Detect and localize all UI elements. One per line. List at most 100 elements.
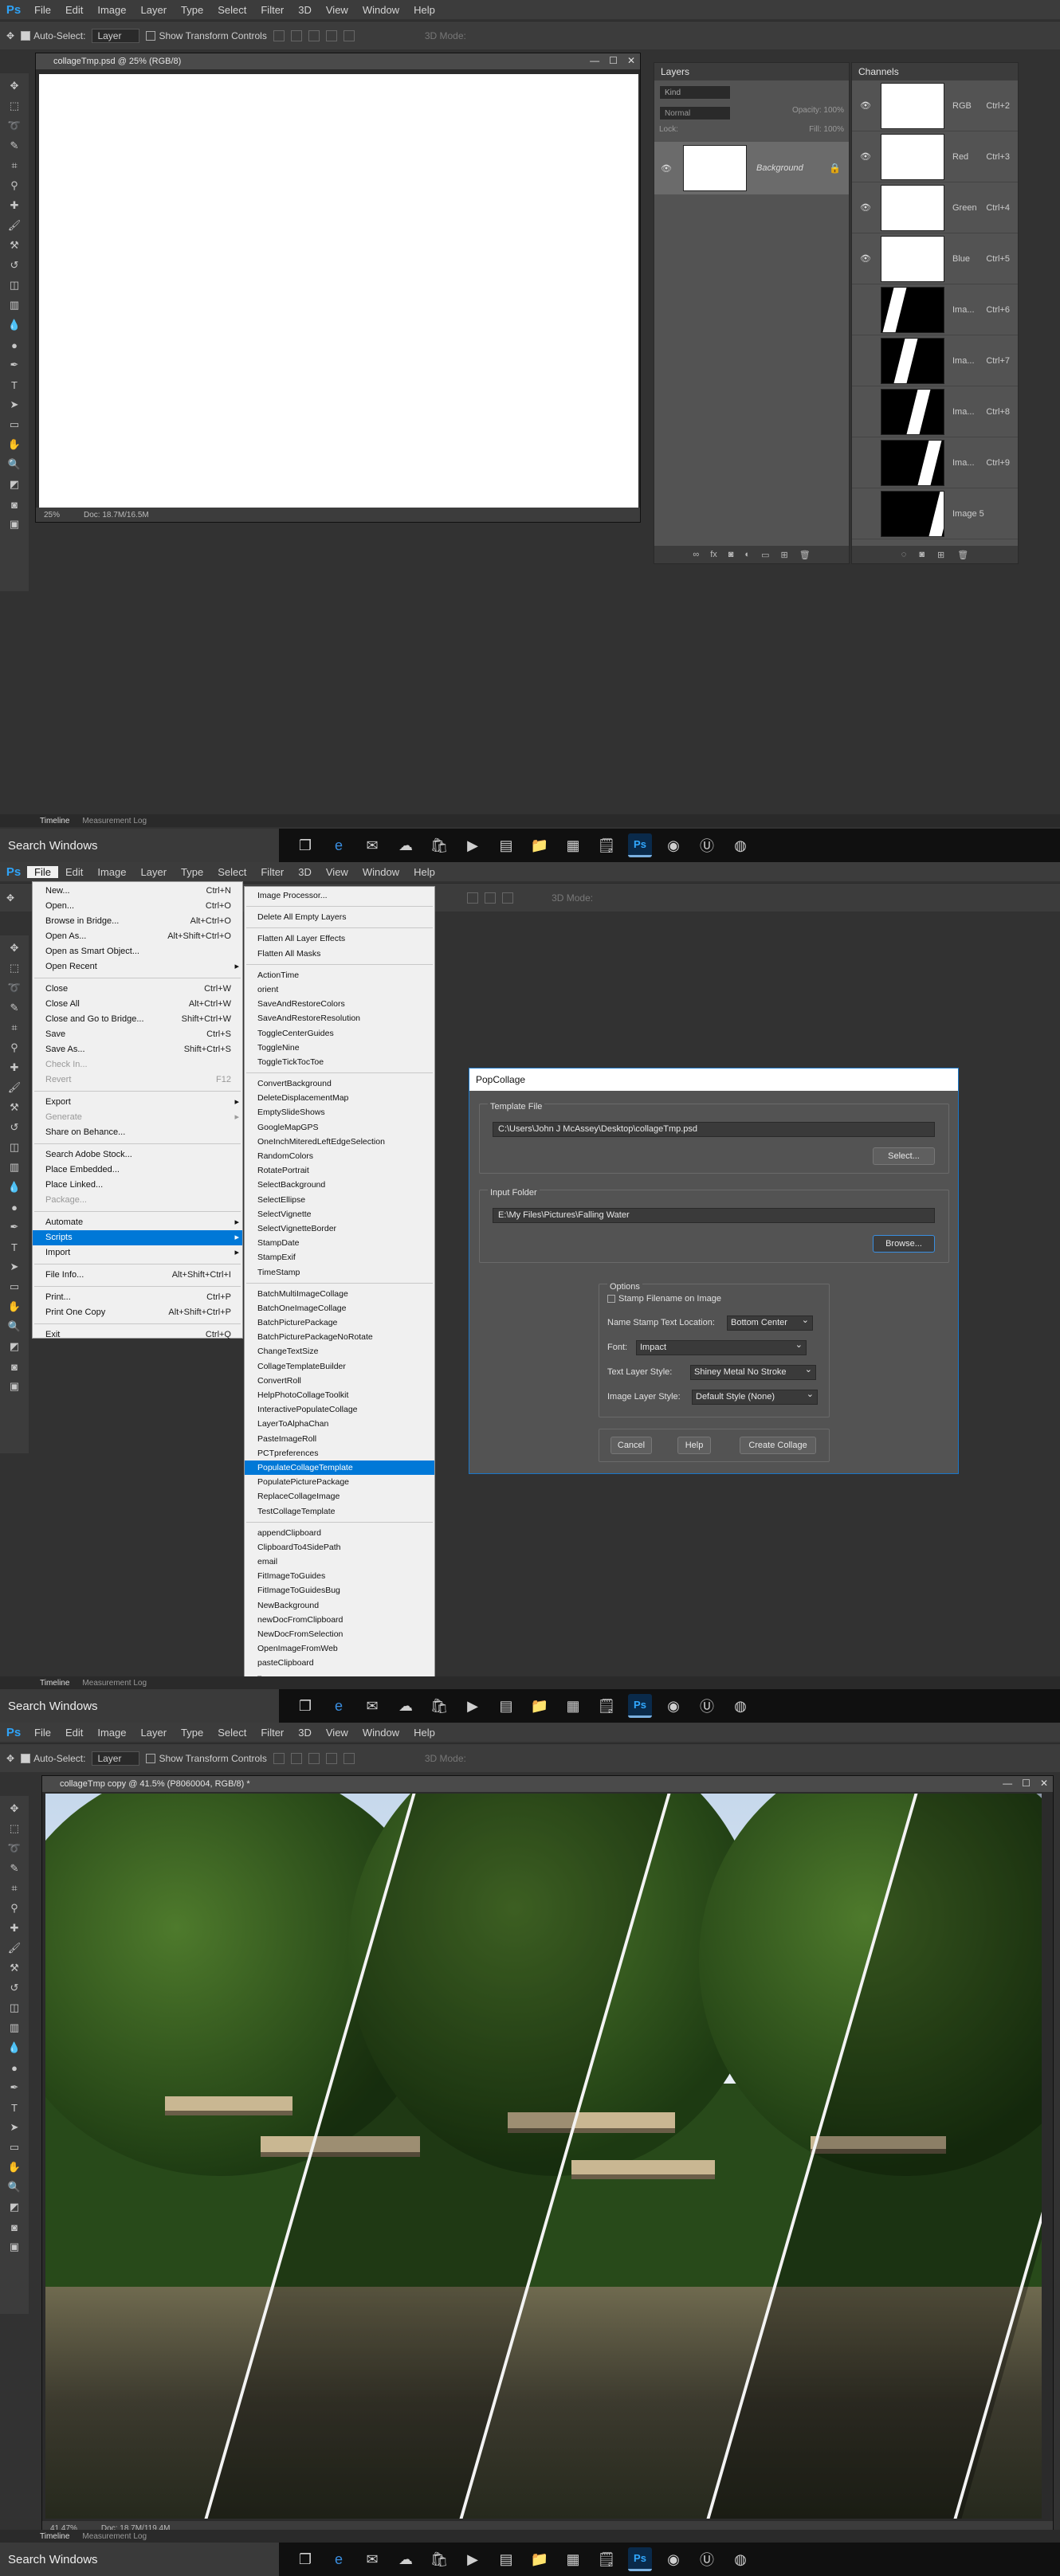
clone-stamp-icon[interactable]: ⚒ (6, 237, 23, 253)
menu-item-close-go-bridge[interactable]: Close and Go to Bridge... Shift+Ctrl+W (33, 1012, 242, 1027)
distribute-icon[interactable] (343, 29, 355, 41)
pen-tool-icon[interactable]: ✒ (6, 2080, 23, 2096)
type-tool-icon[interactable]: T (6, 2100, 23, 2115)
media-icon[interactable]: ▶ (461, 833, 485, 857)
task-view-icon[interactable]: ❐ (293, 1694, 317, 1718)
app-u-icon[interactable]: Ⓤ (695, 1694, 719, 1718)
eraser-icon[interactable]: ◫ (6, 2000, 23, 2016)
terminal-icon[interactable]: ▤ (494, 1694, 518, 1718)
menu-window[interactable]: Window (355, 866, 406, 878)
script-item[interactable]: DeleteDisplacementMap (245, 1091, 434, 1105)
menu-edit[interactable]: Edit (58, 4, 90, 16)
blur-tool-icon[interactable]: 💧 (6, 2040, 23, 2056)
channel-row[interactable]: Ima... Ctrl+8 (852, 386, 1018, 437)
menu-item-close-all[interactable]: Close All Alt+Ctrl+W (33, 997, 242, 1012)
app-icon[interactable]: ☁ (394, 2547, 418, 2571)
opacity-field[interactable]: 100% (823, 106, 844, 115)
crop-tool-icon[interactable]: ⌗ (6, 1020, 23, 1036)
notes-icon[interactable]: 🗒 (595, 833, 618, 857)
align-icon[interactable] (290, 1752, 302, 1764)
script-item[interactable]: SelectBackground (245, 1178, 434, 1192)
menu-item-place-linked[interactable]: Place Linked... (33, 1178, 242, 1193)
menu-item-export[interactable]: Export ▸ (33, 1095, 242, 1110)
search-box[interactable]: Search Windows (0, 829, 279, 862)
eye-icon[interactable]: 👁 (860, 202, 873, 213)
load-selection-icon[interactable]: ◌ (901, 550, 907, 559)
help-button[interactable]: Help (677, 1437, 711, 1454)
photoshop-icon[interactable]: Ps (628, 833, 652, 857)
distribute-icon[interactable] (502, 892, 514, 904)
marquee-tool-icon[interactable]: ⬚ (6, 98, 23, 114)
link-icon[interactable]: ∞ (693, 550, 699, 559)
search-box[interactable]: Search Windows (0, 1689, 279, 1723)
edge-icon[interactable]: e (327, 833, 351, 857)
shape-tool-icon[interactable]: ▭ (6, 417, 23, 433)
menu-filter[interactable]: Filter (253, 866, 291, 878)
eraser-icon[interactable]: ◫ (6, 277, 23, 293)
menu-layer[interactable]: Layer (134, 1727, 175, 1739)
text-style-dropdown[interactable]: Shiney Metal No Stroke (690, 1363, 816, 1380)
menu-item-print-one-copy[interactable]: Print One Copy Alt+Shift+Ctrl+P (33, 1305, 242, 1320)
color-swatches-icon[interactable]: ◩ (6, 476, 23, 492)
script-item[interactable]: SaveAndRestoreResolution (245, 1011, 434, 1025)
input-folder-field[interactable]: E:\My Files\Pictures\Falling Water (493, 1208, 935, 1223)
script-item[interactable]: SelectEllipse (245, 1193, 434, 1207)
measurement-log-tab[interactable]: Measurement Log (82, 817, 147, 825)
quick-select-icon[interactable]: ✎ (6, 1000, 23, 1016)
stamp-filename-checkbox[interactable]: Stamp Filename on Image (607, 1294, 721, 1304)
auto-select-checkbox[interactable]: Auto-Select: (21, 1753, 85, 1764)
measurement-log-tab[interactable]: Measurement Log (82, 2532, 147, 2541)
calculator-icon[interactable]: ▦ (561, 2547, 585, 2571)
align-icon[interactable] (290, 29, 302, 41)
channel-row[interactable]: 👁 Red Ctrl+3 (852, 131, 1018, 182)
type-tool-icon[interactable]: T (6, 1239, 23, 1255)
eyedropper-icon[interactable]: ⚲ (6, 178, 23, 194)
timeline-tab[interactable]: Timeline (40, 1679, 69, 1688)
blend-mode-dropdown[interactable]: Normal (659, 106, 731, 120)
zoom-tool-icon[interactable]: 🔍 (6, 2179, 23, 2195)
menu-item-new[interactable]: New... Ctrl+N (33, 884, 242, 899)
move-tool-icon[interactable]: ✥ (6, 78, 23, 94)
mail-icon[interactable]: ✉ (360, 2547, 384, 2571)
path-select-icon[interactable]: ➤ (6, 1259, 23, 1275)
script-item[interactable]: TestCollageTemplate (245, 1504, 434, 1519)
quick-select-icon[interactable]: ✎ (6, 138, 23, 154)
channel-row[interactable]: Ima... Ctrl+9 (852, 437, 1018, 488)
channel-row[interactable]: 👁 Green Ctrl+4 (852, 182, 1018, 233)
gradient-tool-icon[interactable]: ▥ (6, 297, 23, 313)
hand-tool-icon[interactable]: ✋ (6, 2159, 23, 2175)
zoom-level[interactable]: 25% (44, 511, 60, 520)
menu-help[interactable]: Help (406, 4, 442, 16)
menu-type[interactable]: Type (174, 4, 210, 16)
minimize-icon[interactable]: — (1003, 1778, 1012, 1789)
lasso-tool-icon[interactable]: ➰ (6, 980, 23, 996)
lasso-tool-icon[interactable]: ➰ (6, 1841, 23, 1857)
align-icon[interactable] (308, 29, 320, 41)
script-item[interactable]: GoogleMapGPS (245, 1120, 434, 1135)
app-icon[interactable]: ◍ (728, 2547, 752, 2571)
notes-icon[interactable]: 🗒 (595, 1694, 618, 1718)
terminal-icon[interactable]: ▤ (494, 2547, 518, 2571)
browse-button[interactable]: Browse... (873, 1235, 935, 1253)
trash-icon[interactable]: 🗑 (957, 550, 968, 560)
minimize-icon[interactable]: — (590, 55, 599, 66)
script-item[interactable]: PCTpreferences (245, 1446, 434, 1461)
path-select-icon[interactable]: ➤ (6, 397, 23, 413)
explorer-icon[interactable]: 📁 (528, 1694, 552, 1718)
store-icon[interactable]: 🛍 (427, 833, 451, 857)
script-item[interactable]: Flatten All Masks (245, 947, 434, 961)
eyedropper-icon[interactable]: ⚲ (6, 1040, 23, 1056)
script-item[interactable]: SelectVignette (245, 1207, 434, 1221)
menu-type[interactable]: Type (174, 1727, 210, 1739)
menu-image[interactable]: Image (90, 866, 133, 878)
color-swatches-icon[interactable]: ◩ (6, 1339, 23, 1355)
select-button[interactable]: Select... (873, 1147, 935, 1165)
script-item[interactable]: TimeStamp (245, 1265, 434, 1280)
gradient-tool-icon[interactable]: ▥ (6, 2020, 23, 2036)
layers-tab[interactable]: Layers (661, 66, 689, 77)
script-item[interactable]: OpenImageFromWeb (245, 1641, 434, 1656)
close-icon[interactable]: ✕ (1040, 1778, 1048, 1789)
menu-item-scripts[interactable]: Scripts ▸ (33, 1230, 242, 1245)
brush-tool-icon[interactable]: 🖌 (6, 1940, 23, 1956)
quick-select-icon[interactable]: ✎ (6, 1860, 23, 1876)
